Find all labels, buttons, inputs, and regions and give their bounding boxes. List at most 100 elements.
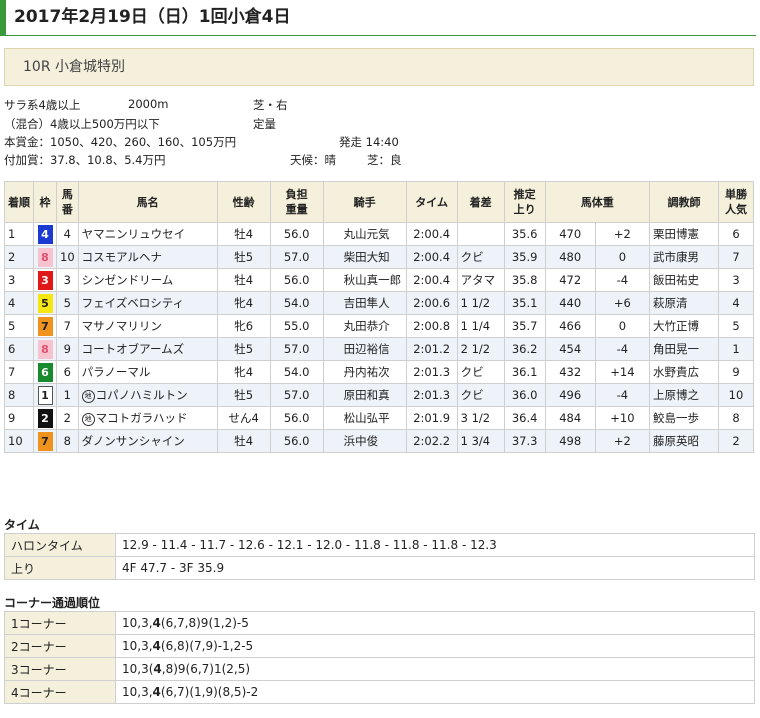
bodyweight-cell: 454 bbox=[544, 337, 596, 361]
jockey-name[interactable]: 吉田隼人 bbox=[344, 296, 390, 310]
jockey-cell: 丸山元気 bbox=[322, 222, 407, 246]
corner-value: 10,3,4(6,7,8)9(1,2)-5 bbox=[115, 611, 755, 635]
jockey-cell: 原田和真 bbox=[322, 383, 407, 407]
jockey-name[interactable]: 柴田大知 bbox=[344, 250, 390, 264]
trainer-name[interactable]: 萩原清 bbox=[653, 296, 688, 310]
start-time: 発走 14:40 bbox=[339, 135, 399, 149]
horse-name[interactable]: コスモアルヘナ bbox=[82, 250, 162, 264]
race-date-header: 2017年2月19日（日）1回小倉4日 bbox=[0, 0, 756, 36]
jockey-name[interactable]: 丸田恭介 bbox=[344, 319, 390, 333]
trainer-name[interactable]: 大竹正博 bbox=[653, 319, 699, 333]
table-row: 8 1 1 地コパノハミルトン 牡5 57.0 原田和真 2:01.3 クビ 36.0 496 -4 上… bbox=[4, 383, 754, 407]
sexage-cell: 牡4 bbox=[216, 222, 271, 246]
weight-rule: 定量 bbox=[253, 117, 276, 131]
jockey-cell: 田辺裕信 bbox=[322, 337, 407, 361]
bodyweight-diff-cell: +14 bbox=[594, 360, 651, 384]
trainer-cell: 藤原英昭 bbox=[649, 429, 719, 453]
sexage-cell: 牡4 bbox=[216, 268, 271, 292]
table-row: 4 5 5 フェイズベロシティ 牝4 54.0 吉田隼人 2:00.6 1 1/2 35.1 440… bbox=[4, 291, 754, 315]
bodyweight-diff-cell: +10 bbox=[594, 406, 651, 430]
jockey-name[interactable]: 丸山元気 bbox=[344, 227, 390, 241]
frame-cell: 1 bbox=[33, 383, 57, 407]
rank-cell: 4 bbox=[4, 291, 34, 315]
bodyweight-diff-cell: 0 bbox=[594, 314, 651, 338]
trainer-name[interactable]: 上原博之 bbox=[653, 388, 699, 402]
horse-name[interactable]: ヤマニンリュウセイ bbox=[82, 227, 186, 241]
sexage-cell: 牝4 bbox=[216, 291, 271, 315]
rank-cell: 3 bbox=[4, 268, 34, 292]
horse-name-cell: ヤマニンリュウセイ bbox=[77, 222, 218, 246]
trainer-cell: 大竹正博 bbox=[649, 314, 719, 338]
jockey-name[interactable]: 秋山真一郎 bbox=[344, 273, 402, 287]
corner-label: 4コーナー bbox=[4, 680, 116, 704]
rank-cell: 6 bbox=[4, 337, 34, 361]
popularity-cell: 9 bbox=[718, 360, 754, 384]
horse-name[interactable]: マコトガラハッド bbox=[96, 411, 188, 425]
bodyweight-diff-cell: -4 bbox=[594, 337, 651, 361]
jockey-name[interactable]: 田辺裕信 bbox=[344, 342, 390, 356]
corner-value: 10,3,4(6,8)(7,9)-1,2-5 bbox=[115, 634, 755, 658]
frame-cell: 8 bbox=[33, 245, 57, 269]
trainer-name[interactable]: 栗田博憲 bbox=[653, 227, 699, 241]
sexage-cell: 牡5 bbox=[216, 245, 271, 269]
popularity-cell: 5 bbox=[718, 314, 754, 338]
frame-badge: 8 bbox=[37, 247, 53, 267]
track-condition: 芝：良 bbox=[367, 153, 402, 167]
horse-name-cell: 地コパノハミルトン bbox=[77, 383, 218, 407]
corner-winner: 4 bbox=[152, 616, 161, 630]
margin-cell: クビ bbox=[456, 245, 505, 269]
jockey-name[interactable]: 浜中俊 bbox=[344, 434, 379, 448]
margin-cell: 1 1/4 bbox=[456, 314, 505, 338]
trainer-name[interactable]: 武市康男 bbox=[653, 250, 699, 264]
jockey-name[interactable]: 松山弘平 bbox=[344, 411, 390, 425]
last3f-cell: 36.0 bbox=[503, 383, 546, 407]
frame-cell: 8 bbox=[33, 337, 57, 361]
horse-name[interactable]: シンゼンドリーム bbox=[82, 273, 174, 287]
horse-name[interactable]: コートオブアームズ bbox=[82, 342, 184, 356]
horse-name[interactable]: パラノーマル bbox=[82, 365, 151, 379]
horse-name-cell: ダノンサンシャイン bbox=[77, 429, 218, 453]
time-cell: 2:00.6 bbox=[405, 291, 458, 315]
margin-cell: 1 3/4 bbox=[456, 429, 505, 453]
frame-badge: 2 bbox=[37, 408, 53, 428]
popularity-cell: 8 bbox=[718, 406, 754, 430]
horse-name[interactable]: コパノハミルトン bbox=[96, 388, 188, 402]
corner-post: (6,7,8)9(1,2)-5 bbox=[160, 616, 249, 630]
trainer-name[interactable]: 水野貴広 bbox=[653, 365, 699, 379]
trainer-name[interactable]: 鮫島一歩 bbox=[653, 411, 699, 425]
margin-cell: 2 1/2 bbox=[456, 337, 505, 361]
time-table: ハロンタイム 12.9 - 11.4 - 11.7 - 12.6 - 12.1 -… bbox=[4, 533, 755, 580]
time-cell: 2:02.2 bbox=[405, 429, 458, 453]
sexage-cell: 牡5 bbox=[216, 337, 271, 361]
race-distance: 2000m bbox=[128, 97, 169, 111]
col-frame: 枠 bbox=[33, 181, 57, 223]
corner-post: ,8)9(6,7)1(2,5) bbox=[161, 662, 251, 676]
col-horse: 馬名 bbox=[77, 181, 218, 223]
col-bodyweight: 馬体重 bbox=[544, 181, 651, 223]
col-jockey: 騎手 bbox=[322, 181, 407, 223]
frame-cell: 7 bbox=[33, 429, 57, 453]
trainer-name[interactable]: 飯田祐史 bbox=[653, 273, 699, 287]
frame-cell: 3 bbox=[33, 268, 57, 292]
horse-name[interactable]: マサノマリリン bbox=[82, 319, 162, 333]
horse-name[interactable]: ダノンサンシャイン bbox=[82, 434, 185, 448]
jockey-name[interactable]: 原田和真 bbox=[344, 388, 390, 402]
jockey-name[interactable]: 丹内祐次 bbox=[344, 365, 390, 379]
time-cell: 2:00.8 bbox=[405, 314, 458, 338]
trainer-name[interactable]: 角田晃一 bbox=[653, 342, 699, 356]
margin-cell bbox=[456, 222, 505, 246]
frame-badge: 6 bbox=[37, 362, 53, 382]
frame-cell: 6 bbox=[33, 360, 57, 384]
last3f-cell: 36.4 bbox=[503, 406, 546, 430]
corner-label: 3コーナー bbox=[4, 657, 116, 681]
bodyweight-cell: 466 bbox=[544, 314, 596, 338]
popularity-cell: 3 bbox=[718, 268, 754, 292]
horse-name[interactable]: フェイズベロシティ bbox=[82, 296, 184, 310]
trainer-cell: 上原博之 bbox=[649, 383, 719, 407]
trainer-cell: 鮫島一歩 bbox=[649, 406, 719, 430]
corner-label: 1コーナー bbox=[4, 611, 116, 635]
trainer-name[interactable]: 藤原英昭 bbox=[653, 434, 699, 448]
bodyweight-cell: 480 bbox=[544, 245, 596, 269]
weight-cell: 56.0 bbox=[269, 268, 324, 292]
corner-row: 1コーナー 10,3,4(6,7,8)9(1,2)-5 bbox=[4, 611, 755, 635]
